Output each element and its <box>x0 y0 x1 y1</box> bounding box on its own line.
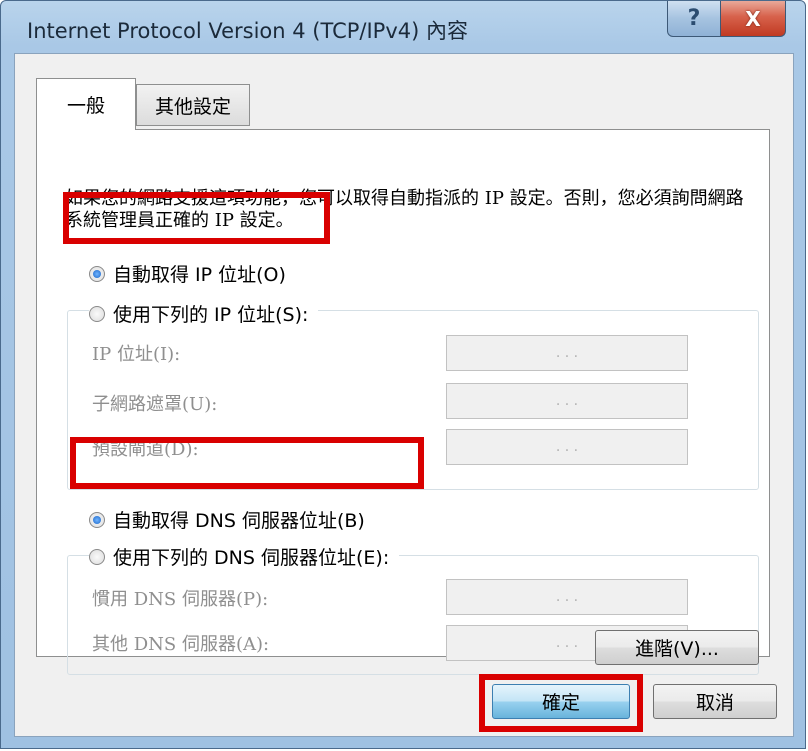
preferred-dns-input[interactable]: . . . <box>446 579 688 615</box>
ip-address-label: IP 位址(I): <box>92 344 181 365</box>
radio-unselected-icon <box>89 305 105 322</box>
radio-selected-icon <box>89 511 105 528</box>
auto-ip-label: 自動取得 IP 位址(O) <box>113 264 286 286</box>
default-gateway-label: 預設閘道(D): <box>92 439 199 460</box>
close-icon: X <box>745 6 761 31</box>
cancel-button[interactable]: 取消 <box>653 684 777 719</box>
ip-address-input[interactable]: . . . <box>446 335 688 371</box>
general-tab-panel: 如果您的網路支援這項功能，您可以取得自動指派的 IP 設定。否則，您必須詢問網路… <box>36 129 770 675</box>
radio-selected-icon <box>89 265 105 282</box>
auto-dns-radio[interactable]: 自動取得 DNS 伺服器位址(B) <box>89 506 365 533</box>
auto-ip-radio[interactable]: 自動取得 IP 位址(O) <box>89 260 286 287</box>
default-gateway-input[interactable]: . . . <box>446 429 688 465</box>
manual-ip-radio[interactable]: 使用下列的 IP 位址(S): <box>89 300 319 327</box>
window-title: Internet Protocol Version 4 (TCP/IPv4) 內… <box>27 19 468 43</box>
dialog-window: Internet Protocol Version 4 (TCP/IPv4) 內… <box>0 0 806 749</box>
subnet-mask-label: 子網路遮罩(U): <box>92 394 218 415</box>
help-icon: ? <box>687 6 701 31</box>
radio-unselected-icon <box>89 548 105 565</box>
tab-general[interactable]: 一般 <box>36 78 136 130</box>
preferred-dns-label: 慣用 DNS 伺服器(P): <box>92 589 269 610</box>
subnet-mask-input[interactable]: . . . <box>446 383 688 419</box>
title-bar[interactable]: Internet Protocol Version 4 (TCP/IPv4) 內… <box>1 1 805 53</box>
ok-button[interactable]: 確定 <box>492 684 630 719</box>
tab-other-settings[interactable]: 其他設定 <box>136 84 250 126</box>
alternate-dns-label: 其他 DNS 伺服器(A): <box>92 634 270 655</box>
help-button[interactable]: ? <box>667 1 721 37</box>
advanced-button[interactable]: 進階(V)... <box>595 630 759 665</box>
manual-dns-radio[interactable]: 使用下列的 DNS 伺服器位址(E): <box>89 543 400 570</box>
manual-ip-label: 使用下列的 IP 位址(S): <box>113 304 309 326</box>
auto-dns-label: 自動取得 DNS 伺服器位址(B) <box>113 510 365 532</box>
dialog-client-area: 一般 其他設定 如果您的網路支援這項功能，您可以取得自動指派的 IP 設定。否則… <box>14 53 794 737</box>
close-button[interactable]: X <box>720 1 786 37</box>
description-text: 如果您的網路支援這項功能，您可以取得自動指派的 IP 設定。否則，您必須詢問網路… <box>65 188 744 231</box>
manual-dns-label: 使用下列的 DNS 伺服器位址(E): <box>113 547 390 569</box>
